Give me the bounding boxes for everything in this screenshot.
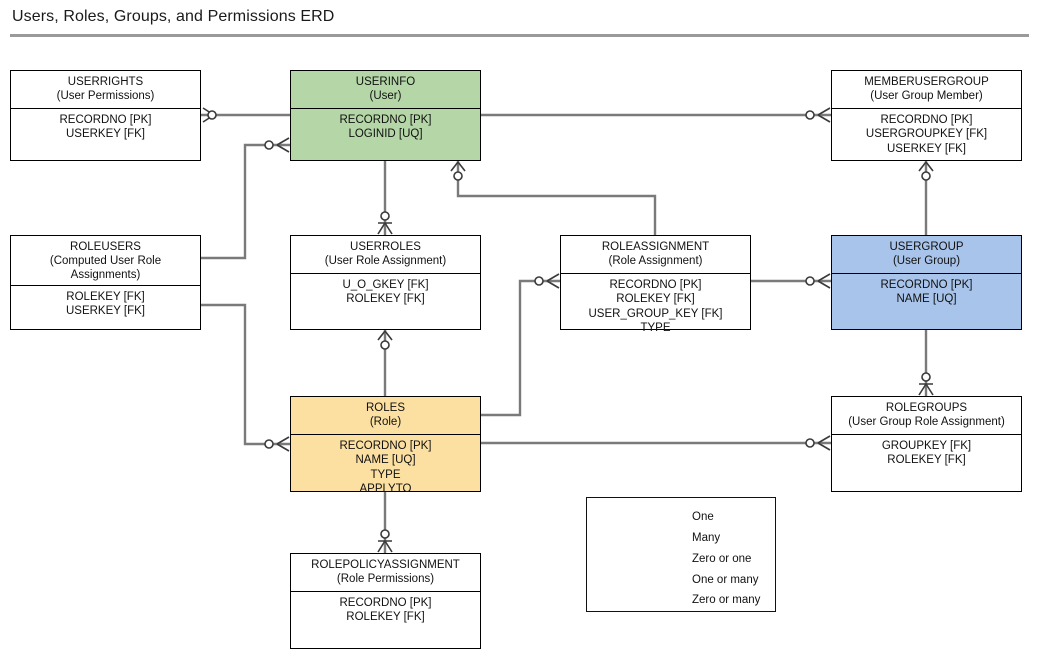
legend-rows: One Many Zero or one One or many Zero or…: [587, 498, 775, 611]
entity-attribute: USERKEY [FK]: [65, 128, 146, 141]
entity-header: ROLES (Role): [291, 397, 480, 436]
entity-name: ROLEASSIGNMENT: [601, 241, 710, 253]
entity-userroles[interactable]: USERROLES (User Role Assignment) U_O_GKE…: [290, 235, 481, 330]
entity-name: USERINFO: [355, 76, 416, 88]
entity-attribute: NAME [UQ]: [896, 293, 957, 306]
entity-header: ROLEGROUPS (User Group Role Assignment): [832, 397, 1021, 436]
entity-attribute: ROLEKEY [FK]: [346, 611, 425, 624]
entity-attributes: ROLEKEY [FK] USERKEY [FK]: [11, 286, 200, 329]
entity-header: USERINFO (User): [291, 71, 480, 110]
entity-name: MEMBERUSERGROUP: [864, 76, 989, 88]
legend-label-one-or-many: One or many: [692, 574, 759, 586]
entity-attribute: TYPE: [640, 321, 671, 334]
entity-attribute: RECORDNO [PK]: [59, 114, 152, 127]
entity-attribute: USERGROUPKEY [FK]: [865, 128, 988, 141]
entity-name: USERROLES: [350, 241, 421, 253]
entity-roleusers[interactable]: ROLEUSERS (Computed User Role Assignment…: [10, 235, 201, 330]
entity-attribute: ROLEKEY [FK]: [346, 293, 425, 306]
entity-alias: (User Group Member): [870, 90, 983, 103]
erd-canvas: Users, Roles, Groups, and Permissions ER…: [0, 0, 1039, 668]
entity-alias: (User Role Assignment): [324, 255, 447, 268]
entity-attribute: RECORDNO [PK]: [880, 114, 973, 127]
entity-roles[interactable]: ROLES (Role) RECORDNO [PK] NAME [UQ] TYP…: [290, 396, 481, 495]
entity-attributes: RECORDNO [PK] LOGINID [UQ]: [291, 109, 480, 160]
entity-name: USERRIGHTS: [67, 76, 144, 88]
entity-attributes: RECORDNO [PK] USERGROUPKEY [FK] USERKEY …: [832, 109, 1021, 160]
entity-userrights[interactable]: USERRIGHTS (User Permissions) RECORDNO […: [10, 70, 201, 161]
entity-name: ROLES: [366, 402, 405, 414]
entity-rolegroups[interactable]: ROLEGROUPS (User Group Role Assignment) …: [831, 396, 1022, 492]
entity-attribute: GROUPKEY [FK]: [881, 440, 972, 453]
entity-alias: (Role): [369, 416, 402, 429]
entity-attribute: APPLYTO: [359, 482, 412, 495]
legend-label-many: Many: [692, 532, 721, 544]
entity-attribute: RECORDNO [PK]: [339, 114, 432, 127]
entity-rolepolicyassignment[interactable]: ROLEPOLICYASSIGNMENT (Role Permissions) …: [290, 553, 481, 649]
entity-header: MEMBERUSERGROUP (User Group Member): [832, 71, 1021, 110]
entity-attributes: RECORDNO [PK] ROLEKEY [FK] USER_GROUP_KE…: [561, 274, 750, 335]
entity-attributes: RECORDNO [PK] NAME [UQ] TYPE APPLYTO: [291, 435, 480, 496]
entity-alias: (Role Assignment): [608, 255, 703, 268]
entity-alias: (Role Permissions): [336, 573, 435, 586]
entity-name: ROLEPOLICYASSIGNMENT: [311, 559, 460, 571]
entity-header: USERRIGHTS (User Permissions): [11, 71, 200, 110]
legend-label-zero-or-many: Zero or many: [692, 594, 761, 606]
entity-alias: (User): [369, 90, 402, 103]
entity-attribute: ROLEKEY [FK]: [66, 291, 145, 304]
entity-attribute: USERKEY [FK]: [65, 305, 146, 318]
entity-attributes: RECORDNO [PK] USERKEY [FK]: [11, 109, 200, 160]
entity-attributes: GROUPKEY [FK] ROLEKEY [FK]: [832, 435, 1021, 491]
entity-attribute: U_O_GKEY [FK]: [342, 279, 429, 292]
entity-attribute: RECORDNO [PK]: [609, 279, 702, 292]
entity-name: ROLEUSERS: [70, 241, 141, 253]
legend-label-zero-or-one: Zero or one: [692, 553, 752, 565]
entity-attribute: TYPE: [370, 468, 401, 481]
entity-attribute: RECORDNO [PK]: [880, 279, 973, 292]
cardinality-legend: One Many Zero or one One or many Zero or…: [586, 497, 776, 612]
entity-usergroup[interactable]: USERGROUP (User Group) RECORDNO [PK] NAM…: [831, 235, 1022, 330]
entity-attributes: RECORDNO [PK] ROLEKEY [FK]: [291, 592, 480, 648]
entity-memberusergroup[interactable]: MEMBERUSERGROUP (User Group Member) RECO…: [831, 70, 1022, 161]
entity-header: USERROLES (User Role Assignment): [291, 236, 480, 275]
entity-attribute: RECORDNO [PK]: [339, 440, 432, 453]
entity-alias: (User Group): [892, 255, 961, 268]
entity-alias: (User Permissions): [56, 90, 155, 103]
entity-attribute: USERKEY [FK]: [886, 142, 967, 155]
entity-alias: (Computed User Role Assignments): [49, 255, 162, 282]
entity-attribute: LOGINID [UQ]: [348, 128, 423, 141]
legend-label-one: One: [692, 511, 714, 523]
entity-alias: (User Group Role Assignment): [848, 416, 1005, 429]
entity-attributes: U_O_GKEY [FK] ROLEKEY [FK]: [291, 274, 480, 329]
entity-userinfo[interactable]: USERINFO (User) RECORDNO [PK] LOGINID [U…: [290, 70, 481, 161]
entity-attribute: NAME [UQ]: [355, 454, 416, 467]
entity-attribute: USER_GROUP_KEY [FK]: [588, 307, 723, 320]
entity-attributes: RECORDNO [PK] NAME [UQ]: [832, 274, 1021, 329]
entity-name: USERGROUP: [889, 241, 964, 253]
entity-roleassignment[interactable]: ROLEASSIGNMENT (Role Assignment) RECORDN…: [560, 235, 751, 334]
entity-attribute: ROLEKEY [FK]: [616, 293, 695, 306]
entity-name: ROLEGROUPS: [885, 402, 968, 414]
entity-header: ROLEASSIGNMENT (Role Assignment): [561, 236, 750, 275]
entity-attribute: RECORDNO [PK]: [339, 597, 432, 610]
entity-header: USERGROUP (User Group): [832, 236, 1021, 275]
entity-header: ROLEPOLICYASSIGNMENT (Role Permissions): [291, 554, 480, 593]
entity-header: ROLEUSERS (Computed User Role Assignment…: [11, 236, 200, 287]
entity-attribute: ROLEKEY [FK]: [887, 454, 966, 467]
